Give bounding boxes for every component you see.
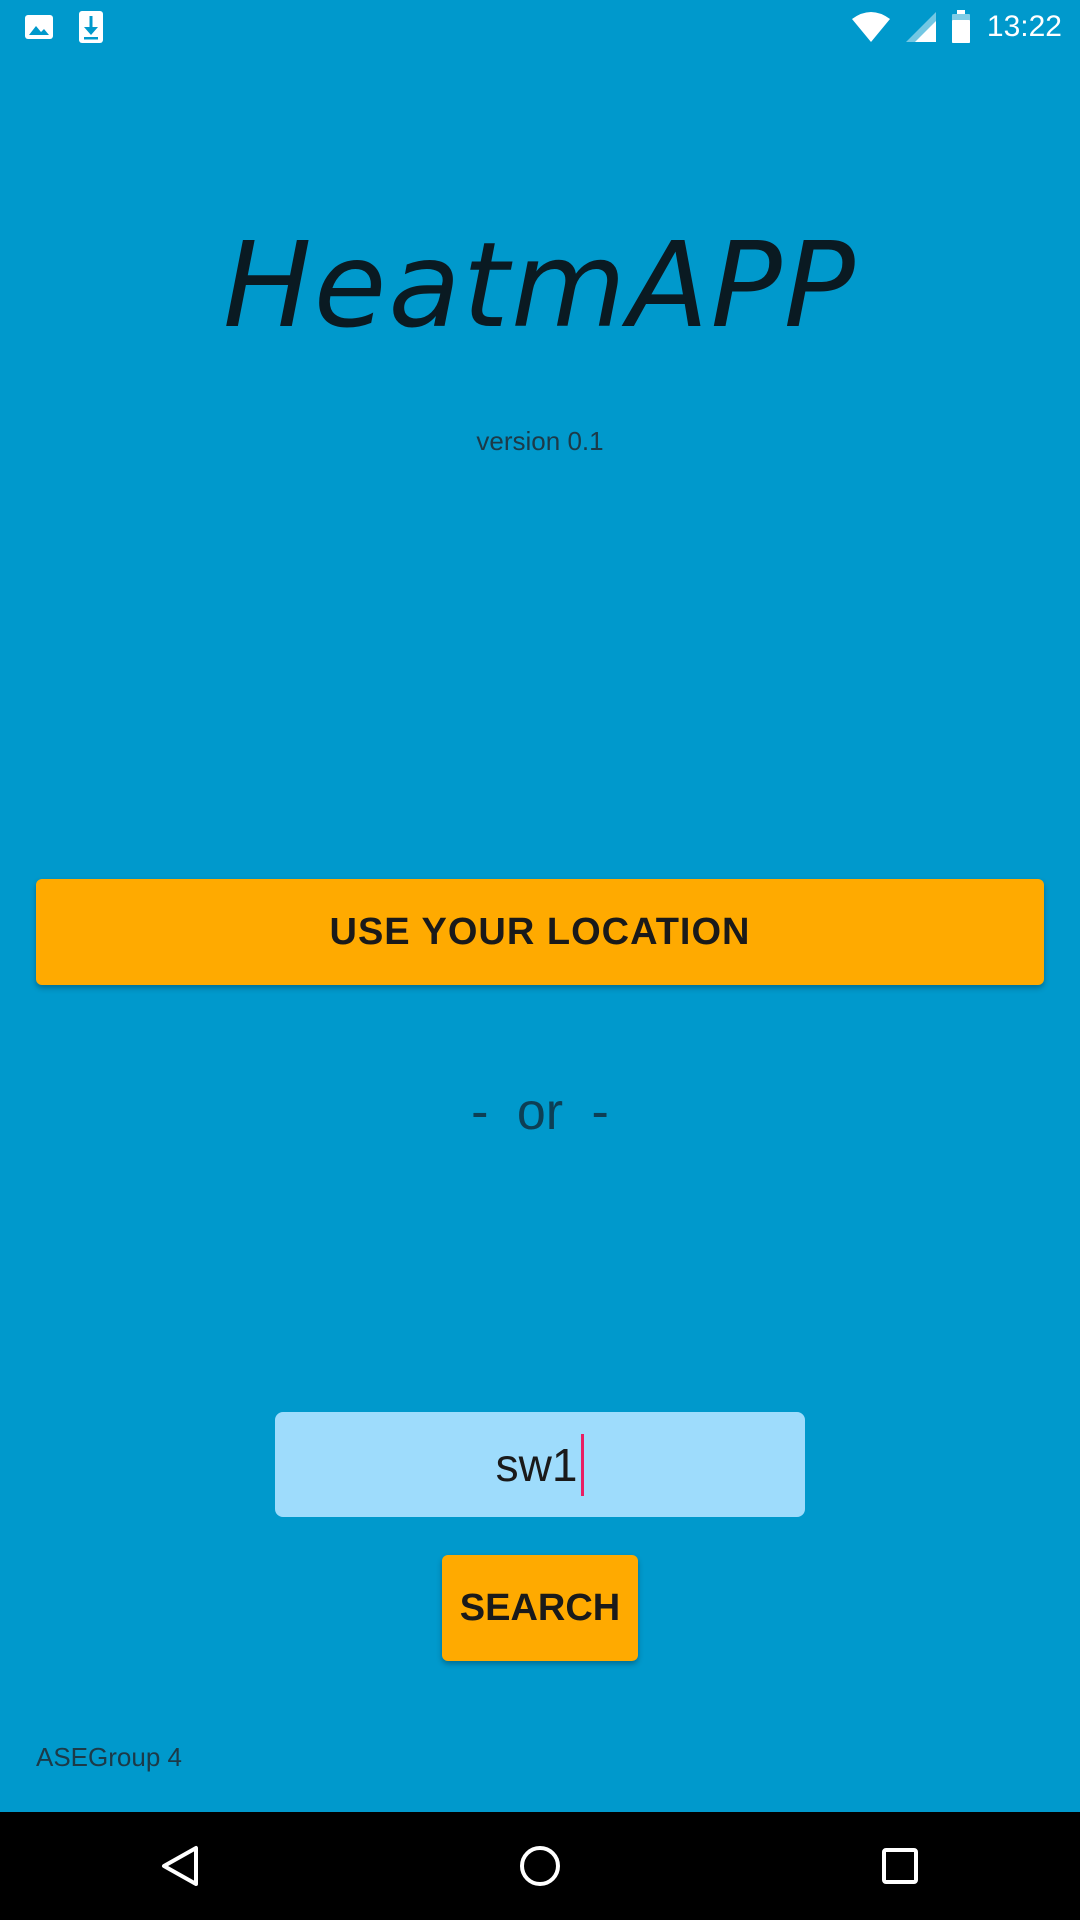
download-icon (78, 10, 104, 44)
footer-credit: ASEGroup 4 (36, 1742, 182, 1772)
status-right-icons: 13:22 (837, 10, 1062, 44)
status-left-icons (24, 10, 128, 44)
wifi-icon (851, 11, 891, 43)
recents-button[interactable] (840, 1812, 960, 1920)
back-button[interactable] (120, 1812, 240, 1920)
version-label: version 0.1 (476, 426, 604, 456)
or-separator: - or - (471, 1083, 609, 1141)
status-bar: 13:22 (0, 0, 1080, 54)
app-title: HeatmAPP (223, 216, 857, 354)
status-time: 13:22 (986, 10, 1062, 43)
recents-icon (880, 1846, 920, 1886)
use-location-button[interactable]: USE YOUR LOCATION (36, 879, 1044, 985)
search-input[interactable]: sw1 (275, 1412, 805, 1517)
navigation-bar (0, 1812, 1080, 1920)
battery-icon (951, 10, 971, 44)
signal-icon (905, 11, 937, 43)
text-cursor (581, 1433, 585, 1496)
search-input-value: sw1 (495, 1438, 578, 1491)
home-button[interactable] (480, 1812, 600, 1920)
back-icon (160, 1844, 200, 1888)
image-icon (24, 12, 54, 42)
search-button[interactable]: SEARCH (442, 1555, 638, 1661)
home-icon (518, 1844, 562, 1888)
